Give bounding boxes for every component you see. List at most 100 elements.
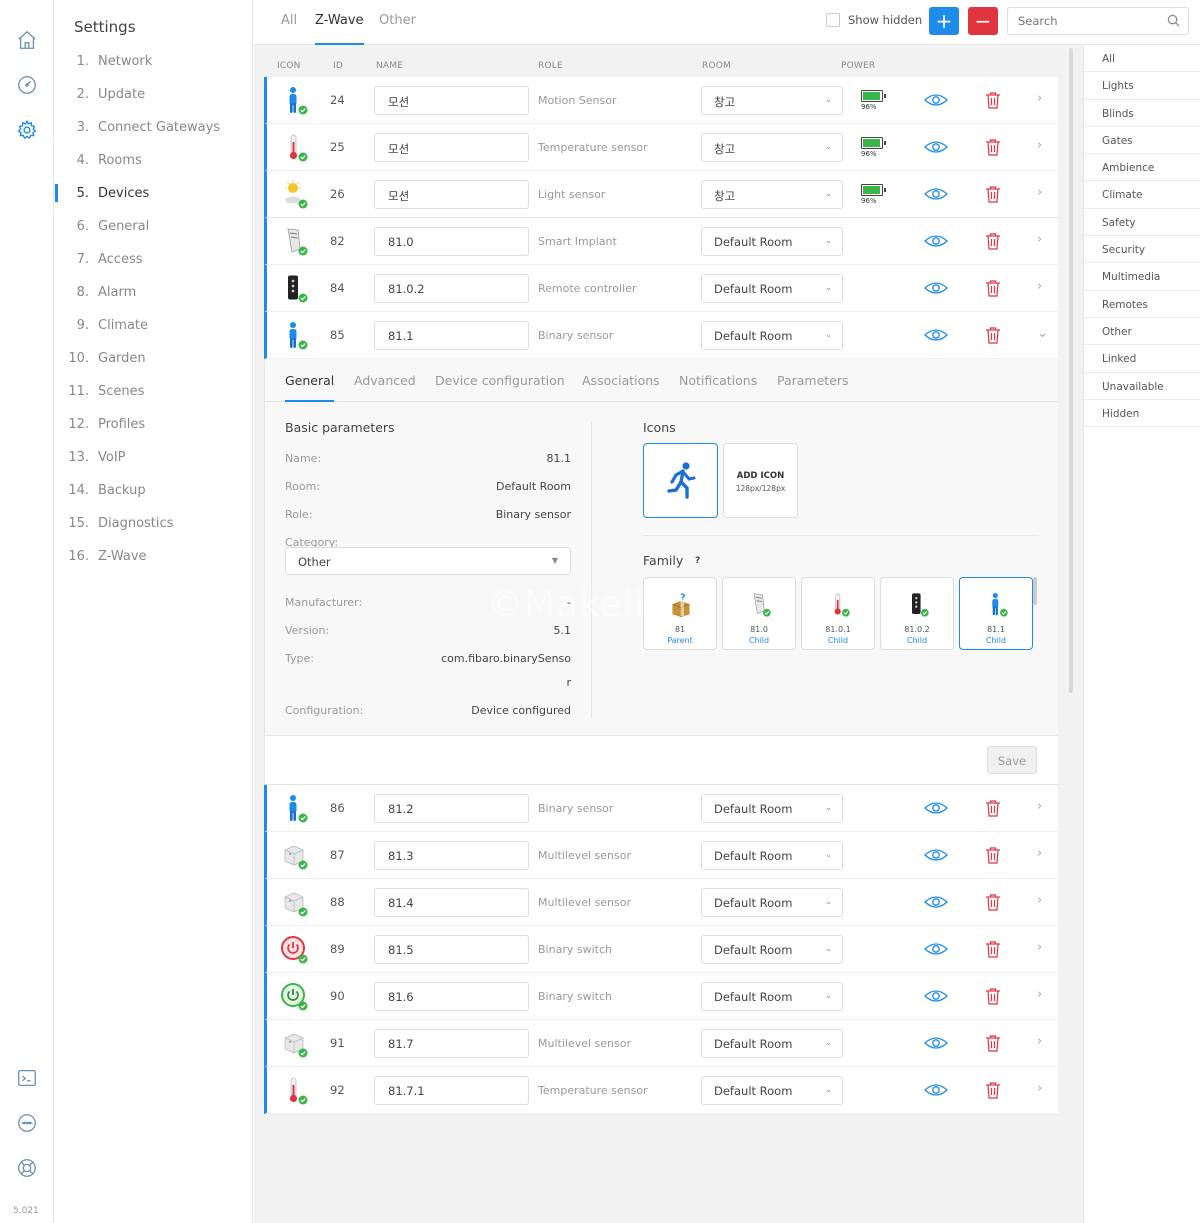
menu-item-voip[interactable]: 13. VoIP: [55, 441, 253, 474]
show-hidden-toggle[interactable]: Show hidden: [826, 13, 922, 27]
visibility-eye-icon[interactable]: [924, 139, 948, 155]
family-help-icon[interactable]: ?: [695, 556, 700, 566]
delete-trash-icon[interactable]: [985, 940, 1001, 958]
details-tab-device-configuration[interactable]: Device configuration: [435, 373, 565, 402]
room-select[interactable]: Default Room ⌄: [701, 321, 843, 350]
device-name-input[interactable]: 81.1: [374, 321, 529, 350]
room-select[interactable]: Default Room ⌄: [701, 227, 843, 256]
menu-item-network[interactable]: 1. Network: [55, 45, 253, 78]
menu-item-access[interactable]: 7. Access: [55, 243, 253, 276]
menu-item-alarm[interactable]: 8. Alarm: [55, 276, 253, 309]
save-button[interactable]: Save: [987, 746, 1037, 774]
details-tab-associations[interactable]: Associations: [582, 373, 660, 402]
delete-trash-icon[interactable]: [985, 846, 1001, 864]
settings-gear-icon[interactable]: [14, 117, 40, 143]
category-climate[interactable]: Climate: [1084, 181, 1200, 209]
category-safety[interactable]: Safety: [1084, 209, 1200, 237]
category-hidden[interactable]: Hidden: [1084, 400, 1200, 428]
device-row[interactable]: 88 81.4 Multilevel sensor Default Room ⌄ ›: [264, 879, 1058, 926]
family-member-tile[interactable]: ? 81 Parent: [643, 577, 717, 650]
delete-trash-icon[interactable]: [985, 799, 1001, 817]
room-select[interactable]: Default Room ⌄: [701, 982, 843, 1011]
device-name-input[interactable]: 81.6: [374, 982, 529, 1011]
expand-arrow-icon[interactable]: ›: [1037, 91, 1042, 106]
room-select[interactable]: Default Room ⌄: [701, 1076, 843, 1105]
room-select[interactable]: Default Room ⌄: [701, 841, 843, 870]
delete-trash-icon[interactable]: [985, 987, 1001, 1005]
device-name-input[interactable]: 81.0.2: [374, 274, 529, 303]
device-name-input[interactable]: 81.7.1: [374, 1076, 529, 1105]
visibility-eye-icon[interactable]: [924, 847, 948, 863]
category-select[interactable]: Other ▼: [285, 547, 571, 575]
details-tab-parameters[interactable]: Parameters: [777, 373, 849, 402]
delete-trash-icon[interactable]: [985, 232, 1001, 250]
visibility-eye-icon[interactable]: [924, 988, 948, 1004]
tab-zwave[interactable]: Z-Wave: [315, 13, 364, 45]
expand-arrow-icon[interactable]: ›: [1037, 279, 1042, 294]
menu-item-diagnostics[interactable]: 15. Diagnostics: [55, 507, 253, 540]
delete-trash-icon[interactable]: [985, 185, 1001, 203]
device-name-input[interactable]: 81.3: [374, 841, 529, 870]
device-row[interactable]: 84 81.0.2 Remote controller Default Room ⌄ ›: [264, 265, 1058, 312]
category-ambience[interactable]: Ambience: [1084, 154, 1200, 182]
visibility-eye-icon[interactable]: [924, 280, 948, 296]
delete-trash-icon[interactable]: [985, 91, 1001, 109]
lifebuoy-icon[interactable]: [14, 1155, 40, 1181]
menu-item-z-wave[interactable]: 16. Z-Wave: [55, 540, 253, 573]
add-icon-button[interactable]: ADD ICON 128px/128px: [723, 443, 798, 518]
device-name-input[interactable]: 81.2: [374, 794, 529, 823]
device-row[interactable]: 89 81.5 Binary switch Default Room ⌄ ›: [264, 926, 1058, 973]
device-name-input[interactable]: 모션: [374, 133, 529, 162]
expand-arrow-icon[interactable]: ›: [1037, 1081, 1042, 1096]
expand-arrow-icon[interactable]: ›: [1037, 846, 1042, 861]
menu-item-scenes[interactable]: 11. Scenes: [55, 375, 253, 408]
category-blinds[interactable]: Blinds: [1084, 100, 1200, 127]
category-remotes[interactable]: Remotes: [1084, 291, 1200, 318]
visibility-eye-icon[interactable]: [924, 233, 948, 249]
room-select[interactable]: Default Room ⌄: [701, 794, 843, 823]
device-row[interactable]: 82 81.0 Smart Implant Default Room ⌄ ›: [264, 218, 1058, 265]
menu-item-profiles[interactable]: 12. Profiles: [55, 408, 253, 441]
delete-trash-icon[interactable]: [985, 1081, 1001, 1099]
device-row[interactable]: 92 81.7.1 Temperature sensor Default Room ⌄ ›: [264, 1067, 1058, 1114]
menu-item-general[interactable]: 6. General: [55, 210, 253, 243]
category-lights[interactable]: Lights: [1084, 72, 1200, 100]
expand-arrow-icon[interactable]: ›: [1037, 940, 1042, 955]
menu-item-rooms[interactable]: 4. Rooms: [55, 144, 253, 177]
visibility-eye-icon[interactable]: [924, 327, 948, 343]
menu-item-garden[interactable]: 10. Garden: [55, 342, 253, 375]
menu-item-update[interactable]: 2. Update: [55, 78, 253, 111]
visibility-eye-icon[interactable]: [924, 800, 948, 816]
device-row[interactable]: 86 81.2 Binary sensor Default Room ⌄ ›: [264, 785, 1058, 832]
device-row[interactable]: 26 모션 Light sensor 창고 ⌄ 96% ›: [264, 171, 1058, 218]
room-select[interactable]: Default Room ⌄: [701, 888, 843, 917]
visibility-eye-icon[interactable]: [924, 894, 948, 910]
family-member-tile[interactable]: 81.0.1 Child: [801, 577, 875, 650]
add-device-button[interactable]: +: [929, 7, 959, 35]
room-select[interactable]: Default Room ⌄: [701, 274, 843, 303]
visibility-eye-icon[interactable]: [924, 92, 948, 108]
tab-other[interactable]: Other: [379, 13, 416, 45]
visibility-eye-icon[interactable]: [924, 1082, 948, 1098]
visibility-eye-icon[interactable]: [924, 186, 948, 202]
category-other[interactable]: Other: [1084, 318, 1200, 346]
device-row[interactable]: 87 81.3 Multilevel sensor Default Room ⌄ ›: [264, 832, 1058, 879]
expand-arrow-icon[interactable]: ›: [1037, 893, 1042, 908]
category-security[interactable]: Security: [1084, 236, 1200, 264]
menu-item-backup[interactable]: 14. Backup: [55, 474, 253, 507]
delete-trash-icon[interactable]: [985, 279, 1001, 297]
category-multimedia[interactable]: Multimedia: [1084, 263, 1200, 291]
expand-arrow-icon[interactable]: ›: [1037, 1034, 1042, 1049]
remove-device-button[interactable]: −: [968, 7, 998, 35]
terminal-icon[interactable]: [14, 1065, 40, 1091]
details-tab-notifications[interactable]: Notifications: [679, 373, 757, 402]
search-icon[interactable]: [1167, 14, 1180, 27]
expand-arrow-icon[interactable]: ›: [1037, 232, 1042, 247]
expand-arrow-icon[interactable]: ›: [1037, 185, 1042, 200]
menu-item-devices[interactable]: 5. Devices: [55, 177, 253, 210]
family-member-tile[interactable]: 81.1 Child: [959, 577, 1033, 650]
device-name-input[interactable]: 81.5: [374, 935, 529, 964]
category-all[interactable]: All: [1084, 45, 1200, 73]
device-row[interactable]: 90 81.6 Binary switch Default Room ⌄ ›: [264, 973, 1058, 1020]
room-select[interactable]: Default Room ⌄: [701, 935, 843, 964]
